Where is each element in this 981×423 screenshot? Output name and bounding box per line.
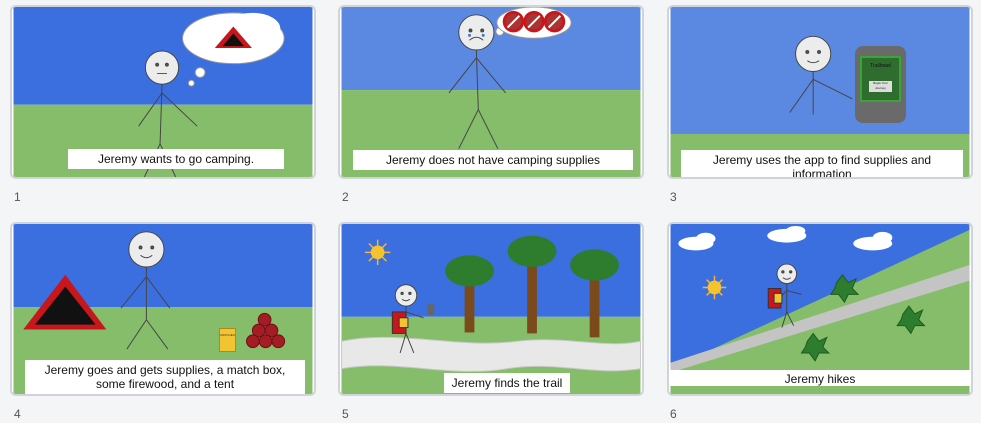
- phone: Trailhead Begin Your Journey: [855, 46, 906, 123]
- backpack: [767, 287, 783, 309]
- scene-5: [341, 224, 641, 394]
- matchbox: MATCHES: [219, 328, 236, 352]
- panel-number: 3: [670, 190, 677, 204]
- panel-caption: Jeremy wants to go camping.: [68, 149, 284, 169]
- backpack: [391, 311, 409, 334]
- panel-number: 2: [342, 190, 349, 204]
- storyboard-cell-5[interactable]: Jeremy finds the trail: [338, 222, 644, 396]
- panel-caption: Jeremy hikes: [669, 370, 971, 386]
- storyboard-cell-3[interactable]: Trailhead Begin Your Journey Jeremy uses…: [667, 5, 973, 179]
- app-title: Trailhead: [870, 63, 891, 69]
- panel-number: 4: [14, 407, 21, 421]
- matchbox-label: MATCHES: [220, 333, 235, 337]
- panel-number: 1: [14, 190, 21, 204]
- storyboard-cell-6[interactable]: Jeremy hikes: [667, 222, 973, 396]
- scene-6: [670, 224, 970, 394]
- panel-number: 5: [342, 407, 349, 421]
- panel-caption: Jeremy does not have camping supplies: [353, 150, 633, 170]
- panel-caption: Jeremy goes and gets supplies, a match b…: [25, 360, 305, 394]
- panel-number: 6: [670, 407, 677, 421]
- panel-caption: Jeremy finds the trail: [444, 373, 570, 393]
- phone: [427, 304, 435, 315]
- storyboard-cell-1[interactable]: Jeremy wants to go camping.: [10, 5, 316, 179]
- storyboard-cell-2[interactable]: Jeremy does not have camping supplies: [338, 5, 644, 179]
- panel-caption: Jeremy uses the app to find supplies and…: [681, 150, 963, 177]
- storyboard-cell-4[interactable]: MATCHES Jeremy goes and gets supplies, a…: [10, 222, 316, 396]
- app-start-button[interactable]: Begin Your Journey: [869, 81, 892, 92]
- phone-screen[interactable]: Trailhead Begin Your Journey: [860, 56, 901, 102]
